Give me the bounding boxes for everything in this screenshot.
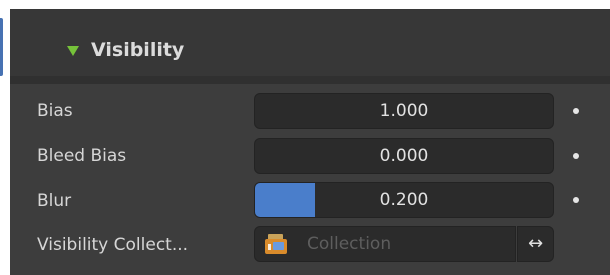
swap-arrows-icon[interactable]: ↔ [517,226,554,262]
blur-keyframe-dot-icon[interactable] [573,197,579,203]
top-strip [0,0,610,9]
bias-keyframe-dot-icon[interactable] [573,108,579,114]
collection-icon [265,234,287,254]
bias-field[interactable]: 1.000 [254,93,554,129]
bleed-bias-label: Bleed Bias [37,146,127,166]
bias-label: Bias [37,101,73,121]
expand-triangle-icon[interactable] [67,46,79,56]
active-tab-indicator [0,18,3,76]
collection-placeholder: Collection [307,234,392,254]
bleed-bias-keyframe-dot-icon[interactable] [573,153,579,159]
visibility-collection-field[interactable]: Collection [254,226,516,262]
bias-value: 1.000 [379,101,429,121]
blur-field[interactable]: 0.200 [254,182,554,218]
bleed-bias-field[interactable]: 0.000 [254,138,554,174]
blur-label: Blur [37,191,72,211]
panel-title: Visibility [91,39,185,61]
bleed-bias-value: 0.000 [379,146,429,166]
panel-header-separator [10,76,610,84]
blur-value: 0.200 [379,190,429,210]
visibility-collection-label: Visibility Collect... [37,235,189,255]
